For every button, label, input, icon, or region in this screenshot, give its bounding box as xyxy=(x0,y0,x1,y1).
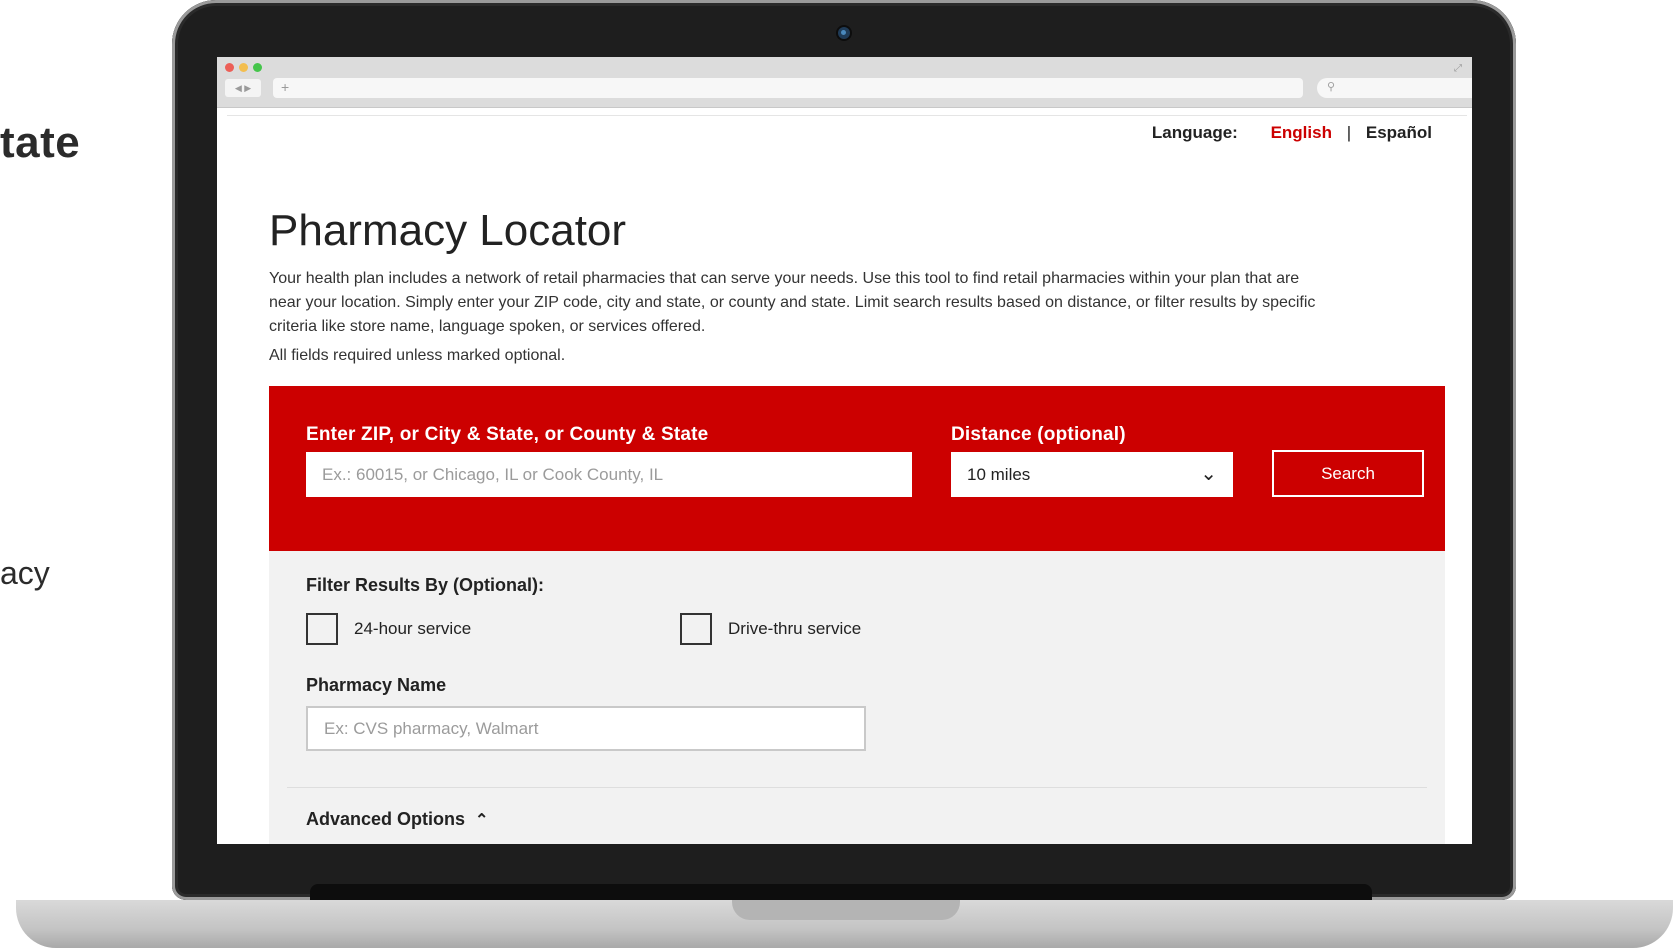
header-divider xyxy=(227,115,1467,116)
back-forward-icon[interactable]: ◀ ▶ xyxy=(225,79,261,97)
location-input[interactable] xyxy=(306,452,912,497)
distance-select[interactable]: 10 miles ⌄ xyxy=(951,452,1233,497)
filter-drive-thru[interactable]: Drive-thru service xyxy=(680,613,861,645)
advanced-divider xyxy=(287,787,1427,788)
browser-search-field[interactable]: ⚲ xyxy=(1317,78,1472,98)
chevron-up-icon: ⌃ xyxy=(475,812,489,829)
filter-title: Filter Results By (Optional): xyxy=(306,575,545,595)
intro-text: Your health plan includes a network of r… xyxy=(269,270,1316,335)
new-tab-icon[interactable]: + xyxy=(281,79,289,95)
filter-panel: Filter Results By (Optional): 24-hour se… xyxy=(269,551,1445,844)
checkbox-drive-thru[interactable] xyxy=(680,613,712,645)
filter-24-hour[interactable]: 24-hour service xyxy=(306,613,471,645)
webcam-icon xyxy=(838,27,850,39)
language-switcher: Language: English | Español xyxy=(1152,123,1432,143)
side-body-fragment: acy xyxy=(0,555,50,591)
location-label: Enter ZIP, or City & State, or County & … xyxy=(306,424,709,445)
close-window-icon[interactable] xyxy=(225,63,234,72)
search-icon: ⚲ xyxy=(1327,81,1336,93)
maximize-window-icon[interactable] xyxy=(253,63,262,72)
language-option-espanol[interactable]: Español xyxy=(1366,123,1432,142)
address-bar[interactable]: + xyxy=(273,78,1303,98)
page-title: Pharmacy Locator xyxy=(269,206,627,256)
language-option-english[interactable]: English xyxy=(1271,123,1332,142)
distance-value: 10 miles xyxy=(967,465,1031,484)
language-label: Language: xyxy=(1151,123,1238,142)
browser-window: ◀ ▶ + ⚲ ⤢ Language: English | Español Ph… xyxy=(217,57,1472,844)
required-note: All fields required unless marked option… xyxy=(269,347,566,364)
search-panel: Enter ZIP, or City & State, or County & … xyxy=(269,386,1445,551)
fullscreen-icon[interactable]: ⤢ xyxy=(1454,63,1462,74)
checkbox-24-hour[interactable] xyxy=(306,613,338,645)
checkbox-label-24-hour: 24-hour service xyxy=(354,619,472,638)
chevron-down-icon: ⌄ xyxy=(1200,463,1217,485)
advanced-options-toggle[interactable]: Advanced Options ⌃ xyxy=(306,809,488,830)
side-heading-fragment: tate xyxy=(0,118,81,167)
checkbox-label-drive-thru: Drive-thru service xyxy=(728,619,862,638)
laptop-hinge xyxy=(310,884,1372,900)
laptop-base-notch xyxy=(732,900,960,920)
browser-chrome: ◀ ▶ + ⚲ ⤢ xyxy=(217,57,1472,108)
pharmacy-name-label: Pharmacy Name xyxy=(306,675,447,695)
distance-label: Distance (optional) xyxy=(951,424,1126,445)
advanced-options-label: Advanced Options xyxy=(306,809,466,829)
minimize-window-icon[interactable] xyxy=(239,63,248,72)
pharmacy-name-input[interactable] xyxy=(306,706,866,751)
language-separator: | xyxy=(1346,123,1352,142)
search-button[interactable]: Search xyxy=(1272,450,1424,497)
